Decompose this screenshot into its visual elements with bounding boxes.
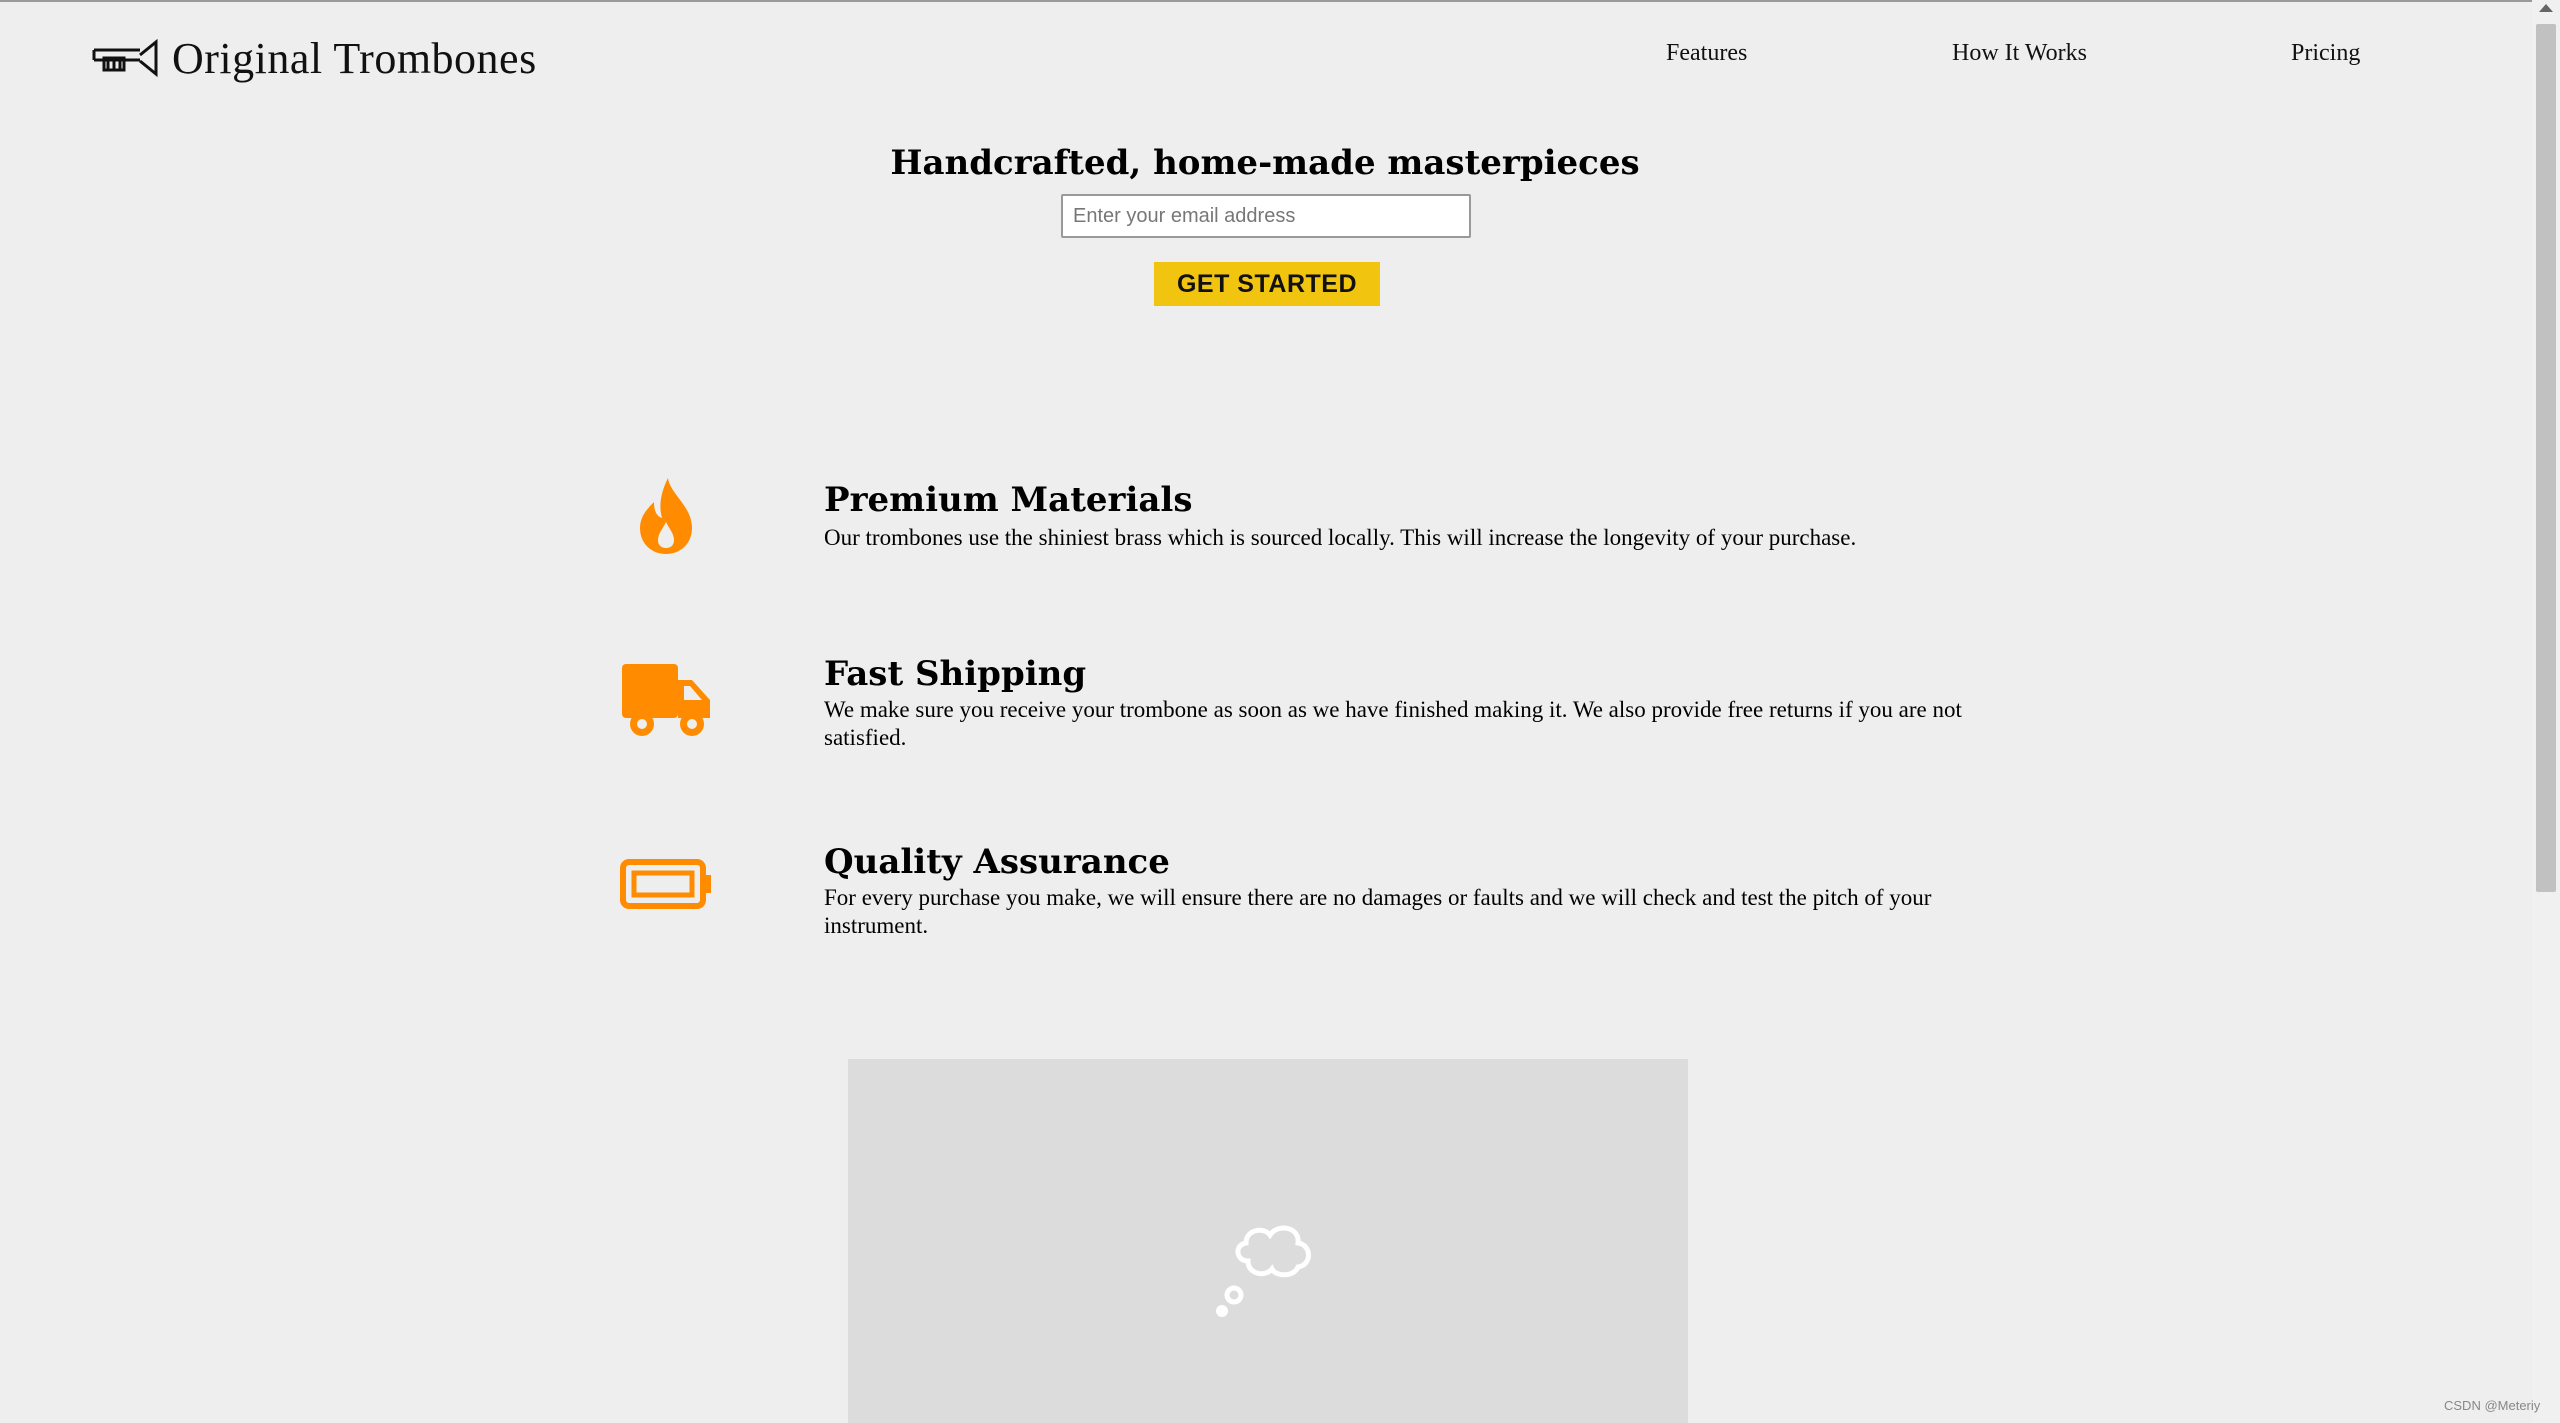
feature-text: Our trombones use the shiniest brass whi… [824, 525, 1857, 550]
logo-text: Original Trombones [172, 33, 537, 83]
feature-title: Fast Shipping [824, 654, 1087, 694]
vertical-scrollbar[interactable] [2532, 0, 2560, 1423]
hero-title: Handcrafted, home-made masterpieces [890, 142, 1640, 183]
nav-link-how-it-works[interactable]: How It Works [1952, 40, 2087, 67]
watermark: CSDN @Meteriy [2444, 1398, 2541, 1413]
truck-icon [620, 654, 712, 746]
feature-text: For every purchase you make, we will ens… [824, 885, 1932, 938]
nav-link-pricing[interactable]: Pricing [2291, 40, 2360, 67]
email-input[interactable] [1061, 194, 1471, 238]
battery-icon [620, 838, 712, 930]
flame-icon [620, 470, 712, 562]
feature-title: Quality Assurance [824, 842, 1170, 882]
logo[interactable]: Original Trombones [92, 28, 537, 88]
feature-title: Premium Materials [824, 480, 1193, 520]
site-header: Original Trombones Features How It Works… [0, 0, 2530, 110]
scroll-up-arrow-icon[interactable] [2539, 4, 2553, 12]
nav-link-features[interactable]: Features [1666, 40, 1747, 67]
scroll-thumb[interactable] [2536, 24, 2556, 892]
feature-text: We make sure you receive your trombone a… [824, 697, 1962, 750]
get-started-button[interactable]: GET STARTED [1154, 262, 1380, 306]
thought-bubble-icon [1216, 1225, 1311, 1317]
video-placeholder[interactable] [848, 1059, 1688, 1423]
trombone-icon [92, 38, 158, 78]
